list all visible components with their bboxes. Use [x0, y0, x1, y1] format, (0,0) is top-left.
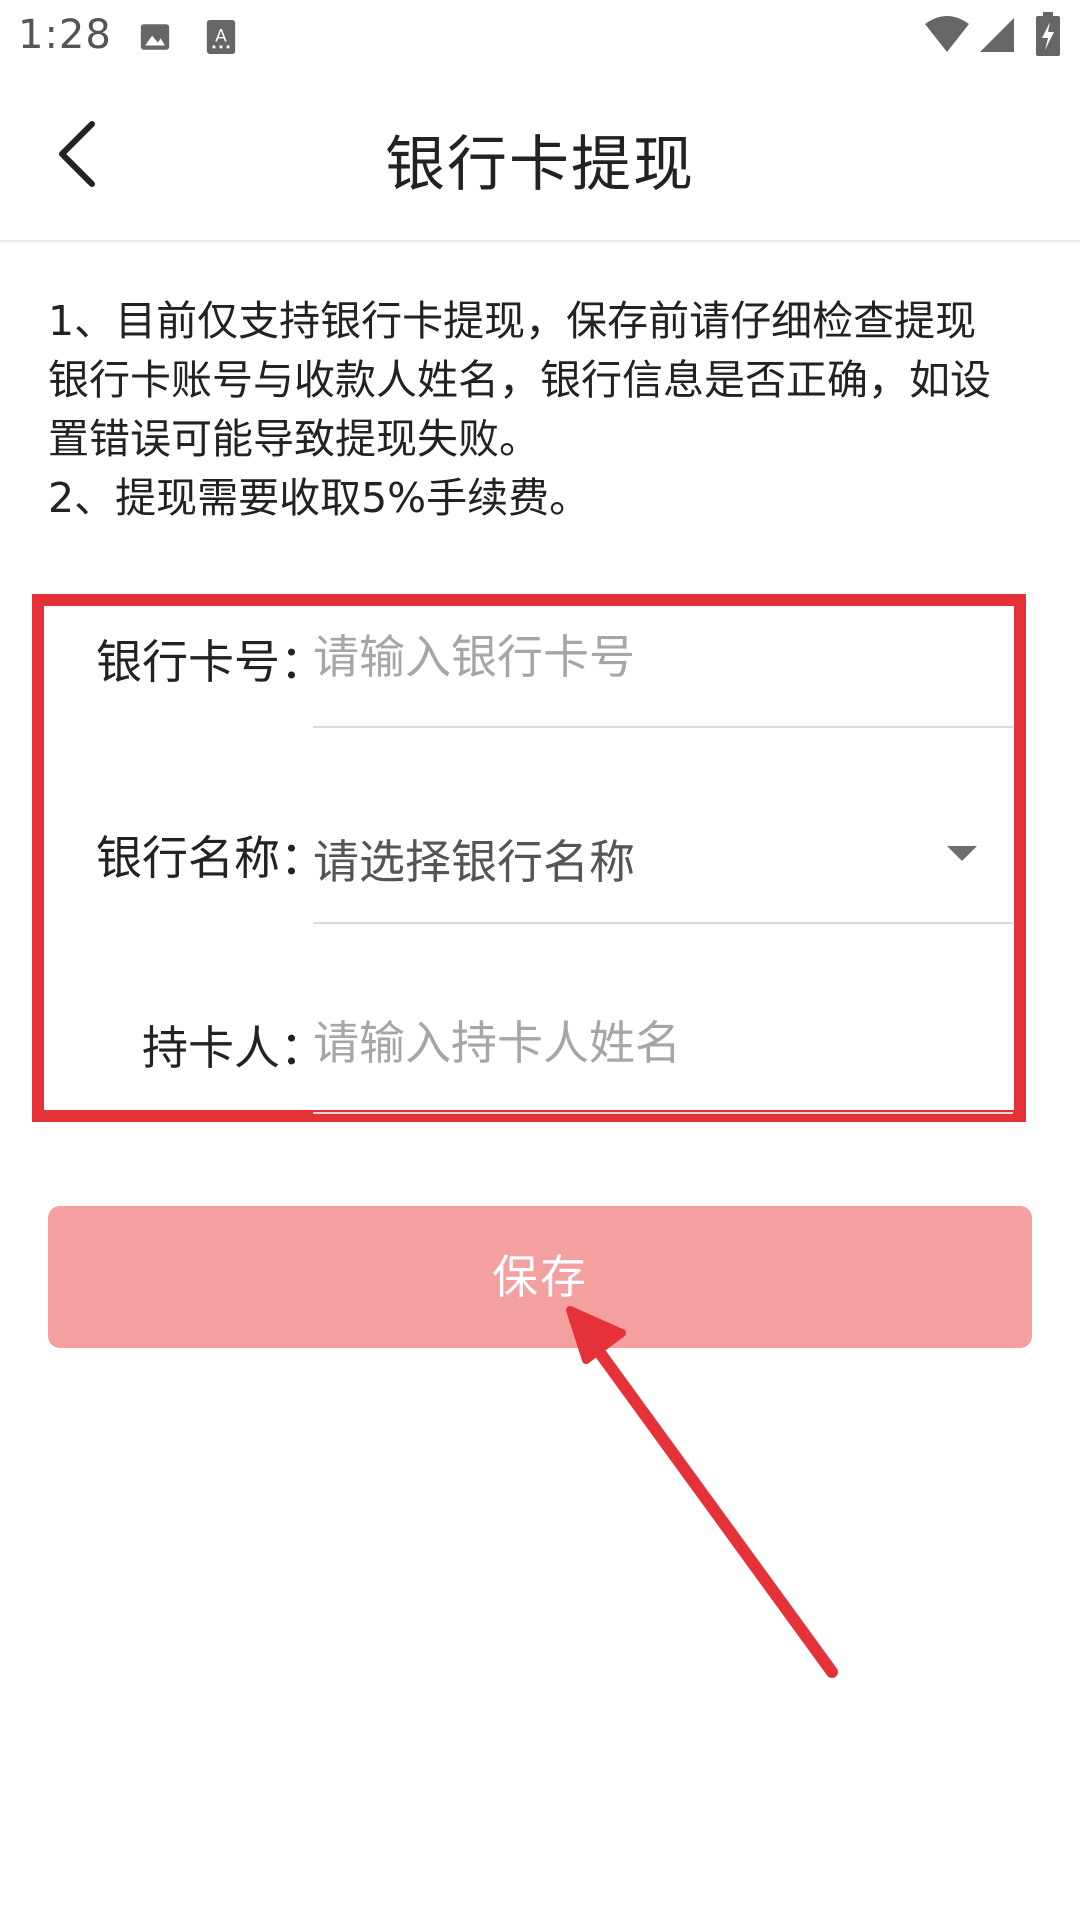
- card-number-field: [313, 606, 1013, 728]
- save-button[interactable]: 保存: [48, 1206, 1032, 1348]
- page-title: 银行卡提现: [385, 130, 695, 200]
- holder-input[interactable]: [313, 1008, 953, 1078]
- notice-line: 1、目前仅支持银行卡提现，保存前请仔细检查提现: [48, 297, 977, 345]
- status-bar: 1:28 A: [0, 0, 1080, 74]
- notice-line: 银行卡账号与收款人姓名，银行信息是否正确，如设: [48, 356, 991, 404]
- bank-name-label: 银行名称：: [96, 831, 326, 885]
- app-header: 银行卡提现: [0, 74, 1080, 242]
- notice-line: 2、提现需要收取5%手续费。: [48, 474, 591, 522]
- wifi-icon: [924, 14, 970, 58]
- status-time: 1:28: [18, 12, 112, 58]
- holder-field: [313, 992, 1013, 1114]
- image-icon: [138, 20, 172, 58]
- card-number-input[interactable]: [313, 622, 953, 692]
- holder-row: 持卡人：: [40, 992, 1040, 1114]
- notice-text: 1、目前仅支持银行卡提现，保存前请仔细检查提现 银行卡账号与收款人姓名，银行信息…: [48, 292, 1038, 528]
- bank-name-selected: 请选择银行名称: [313, 835, 635, 889]
- battery-charging-icon: [1036, 12, 1060, 60]
- card-number-label: 银行卡号：: [96, 635, 326, 689]
- bank-name-select[interactable]: 请选择银行名称: [313, 802, 1013, 924]
- svg-text:A: A: [215, 26, 227, 46]
- notice-line: 置错误可能导致提现失败。: [48, 415, 540, 463]
- keyboard-a-icon: A: [206, 20, 236, 58]
- bank-name-row[interactable]: 银行名称： 请选择银行名称: [40, 802, 1040, 924]
- signal-icon: [978, 16, 1016, 58]
- card-number-row: 银行卡号：: [40, 606, 1040, 728]
- dropdown-arrow-icon: [947, 846, 977, 861]
- holder-label: 持卡人：: [142, 1021, 326, 1075]
